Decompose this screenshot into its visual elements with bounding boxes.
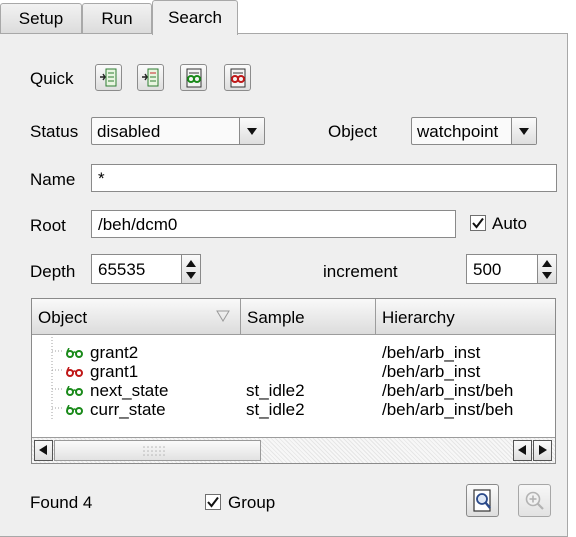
checkmark-icon bbox=[472, 217, 484, 229]
tab-label: Setup bbox=[18, 8, 64, 28]
enable-watch-icon bbox=[186, 68, 202, 88]
column-header-hierarchy[interactable]: Hierarchy bbox=[376, 299, 555, 335]
arrow-down-icon[interactable] bbox=[186, 272, 196, 279]
status-value: disabled bbox=[97, 122, 161, 141]
search-document-icon bbox=[473, 489, 491, 512]
cell-hierarchy: /beh/arb_inst bbox=[382, 343, 481, 362]
cell-sample: st_idle2 bbox=[246, 400, 305, 419]
cell-object: curr_state bbox=[90, 400, 166, 419]
cell-sample: st_idle2 bbox=[246, 381, 305, 400]
increment-value: 500 bbox=[473, 260, 502, 279]
disable-watch-button[interactable] bbox=[224, 64, 251, 91]
status-select[interactable]: disabled bbox=[91, 117, 265, 145]
chevron-down-icon[interactable] bbox=[239, 118, 264, 144]
cell-object: grant1 bbox=[90, 362, 139, 381]
name-label: Name bbox=[30, 170, 76, 189]
grip-icon bbox=[143, 446, 165, 456]
cell-hierarchy: /beh/arb_inst bbox=[382, 362, 481, 381]
cell-object: grant2 bbox=[90, 343, 139, 362]
depth-value: 65535 bbox=[98, 260, 146, 279]
name-input[interactable]: * bbox=[91, 164, 557, 192]
increment-label: increment bbox=[323, 262, 398, 281]
arrow-left-icon bbox=[518, 445, 526, 455]
scroll-left-button[interactable] bbox=[34, 440, 53, 461]
column-header-label: Hierarchy bbox=[382, 308, 455, 327]
scrollbar-thumb[interactable] bbox=[54, 440, 261, 461]
object-select[interactable]: watchpoint bbox=[411, 117, 537, 145]
table-row[interactable]: grant2 /beh/arb_inst bbox=[32, 343, 555, 362]
column-header-label: Object bbox=[38, 308, 88, 327]
arrow-right-icon bbox=[539, 445, 547, 455]
arrow-down-icon[interactable] bbox=[542, 272, 552, 279]
root-value: /beh/dcm0 bbox=[98, 215, 178, 234]
group-checkbox[interactable] bbox=[205, 494, 221, 510]
quick-label: Quick bbox=[30, 69, 74, 88]
depth-spinbox[interactable]: 65535 bbox=[91, 254, 201, 284]
tab-bar: Setup Run Search bbox=[0, 0, 576, 35]
table-row[interactable]: curr_state st_idle2 /beh/arb_inst/beh bbox=[32, 400, 555, 419]
disable-watch-icon bbox=[230, 68, 246, 88]
arrow-left-icon bbox=[39, 445, 47, 455]
root-label: Root bbox=[30, 216, 66, 235]
tab-label: Search bbox=[168, 8, 222, 27]
cell-object: next_state bbox=[90, 381, 169, 400]
name-value: * bbox=[98, 169, 105, 188]
chevron-down-icon[interactable] bbox=[511, 118, 536, 144]
cell-hierarchy: /beh/arb_inst/beh bbox=[382, 400, 514, 419]
table-row[interactable]: grant1 /beh/arb_inst bbox=[32, 362, 555, 381]
column-header-sample[interactable]: Sample bbox=[241, 299, 376, 335]
column-header-label: Sample bbox=[247, 308, 305, 327]
found-count: Found 4 bbox=[30, 493, 93, 512]
auto-checkbox[interactable] bbox=[470, 215, 486, 231]
watchpoint-icon bbox=[66, 386, 83, 396]
add-hierarchy-icon bbox=[142, 68, 159, 87]
zoom-in-icon bbox=[525, 491, 544, 510]
status-label: Status bbox=[30, 122, 79, 141]
root-input[interactable]: /beh/dcm0 bbox=[91, 210, 456, 238]
results-table[interactable]: Object Sample Hierarchy grant2 /beh/arb_… bbox=[31, 298, 556, 464]
tab-setup[interactable]: Setup bbox=[0, 3, 82, 33]
tab-label: Run bbox=[101, 8, 133, 28]
object-label: Object bbox=[328, 122, 378, 141]
horizontal-scrollbar[interactable] bbox=[32, 437, 555, 463]
sort-indicator-icon bbox=[216, 310, 230, 322]
add-hierarchy-button[interactable] bbox=[137, 64, 164, 91]
checkmark-icon bbox=[207, 496, 219, 508]
spin-buttons[interactable] bbox=[537, 255, 556, 283]
arrow-up-icon[interactable] bbox=[542, 260, 552, 267]
add-signal-button[interactable] bbox=[95, 64, 122, 91]
cell-hierarchy: /beh/arb_inst/beh bbox=[382, 381, 514, 400]
add-signal-icon bbox=[100, 68, 117, 87]
search-button[interactable] bbox=[466, 484, 499, 517]
object-value: watchpoint bbox=[417, 122, 499, 141]
arrow-up-icon[interactable] bbox=[186, 260, 196, 267]
watchpoint-icon bbox=[66, 405, 83, 415]
increment-spinbox[interactable]: 500 bbox=[466, 254, 557, 284]
scroll-left-button[interactable] bbox=[513, 440, 532, 461]
depth-label: Depth bbox=[30, 262, 76, 281]
tab-run[interactable]: Run bbox=[82, 3, 152, 33]
table-row[interactable]: next_state st_idle2 /beh/arb_inst/beh bbox=[32, 381, 555, 400]
enable-watch-button[interactable] bbox=[180, 64, 207, 91]
auto-label: Auto bbox=[492, 214, 527, 233]
scroll-right-button[interactable] bbox=[533, 440, 552, 461]
group-label: Group bbox=[228, 493, 276, 512]
watchpoint-icon bbox=[66, 367, 83, 377]
zoom-in-button[interactable] bbox=[518, 484, 551, 517]
spin-buttons[interactable] bbox=[181, 255, 200, 283]
watchpoint-icon bbox=[66, 348, 83, 358]
tab-search[interactable]: Search bbox=[152, 0, 238, 35]
column-header-object[interactable]: Object bbox=[32, 299, 241, 335]
